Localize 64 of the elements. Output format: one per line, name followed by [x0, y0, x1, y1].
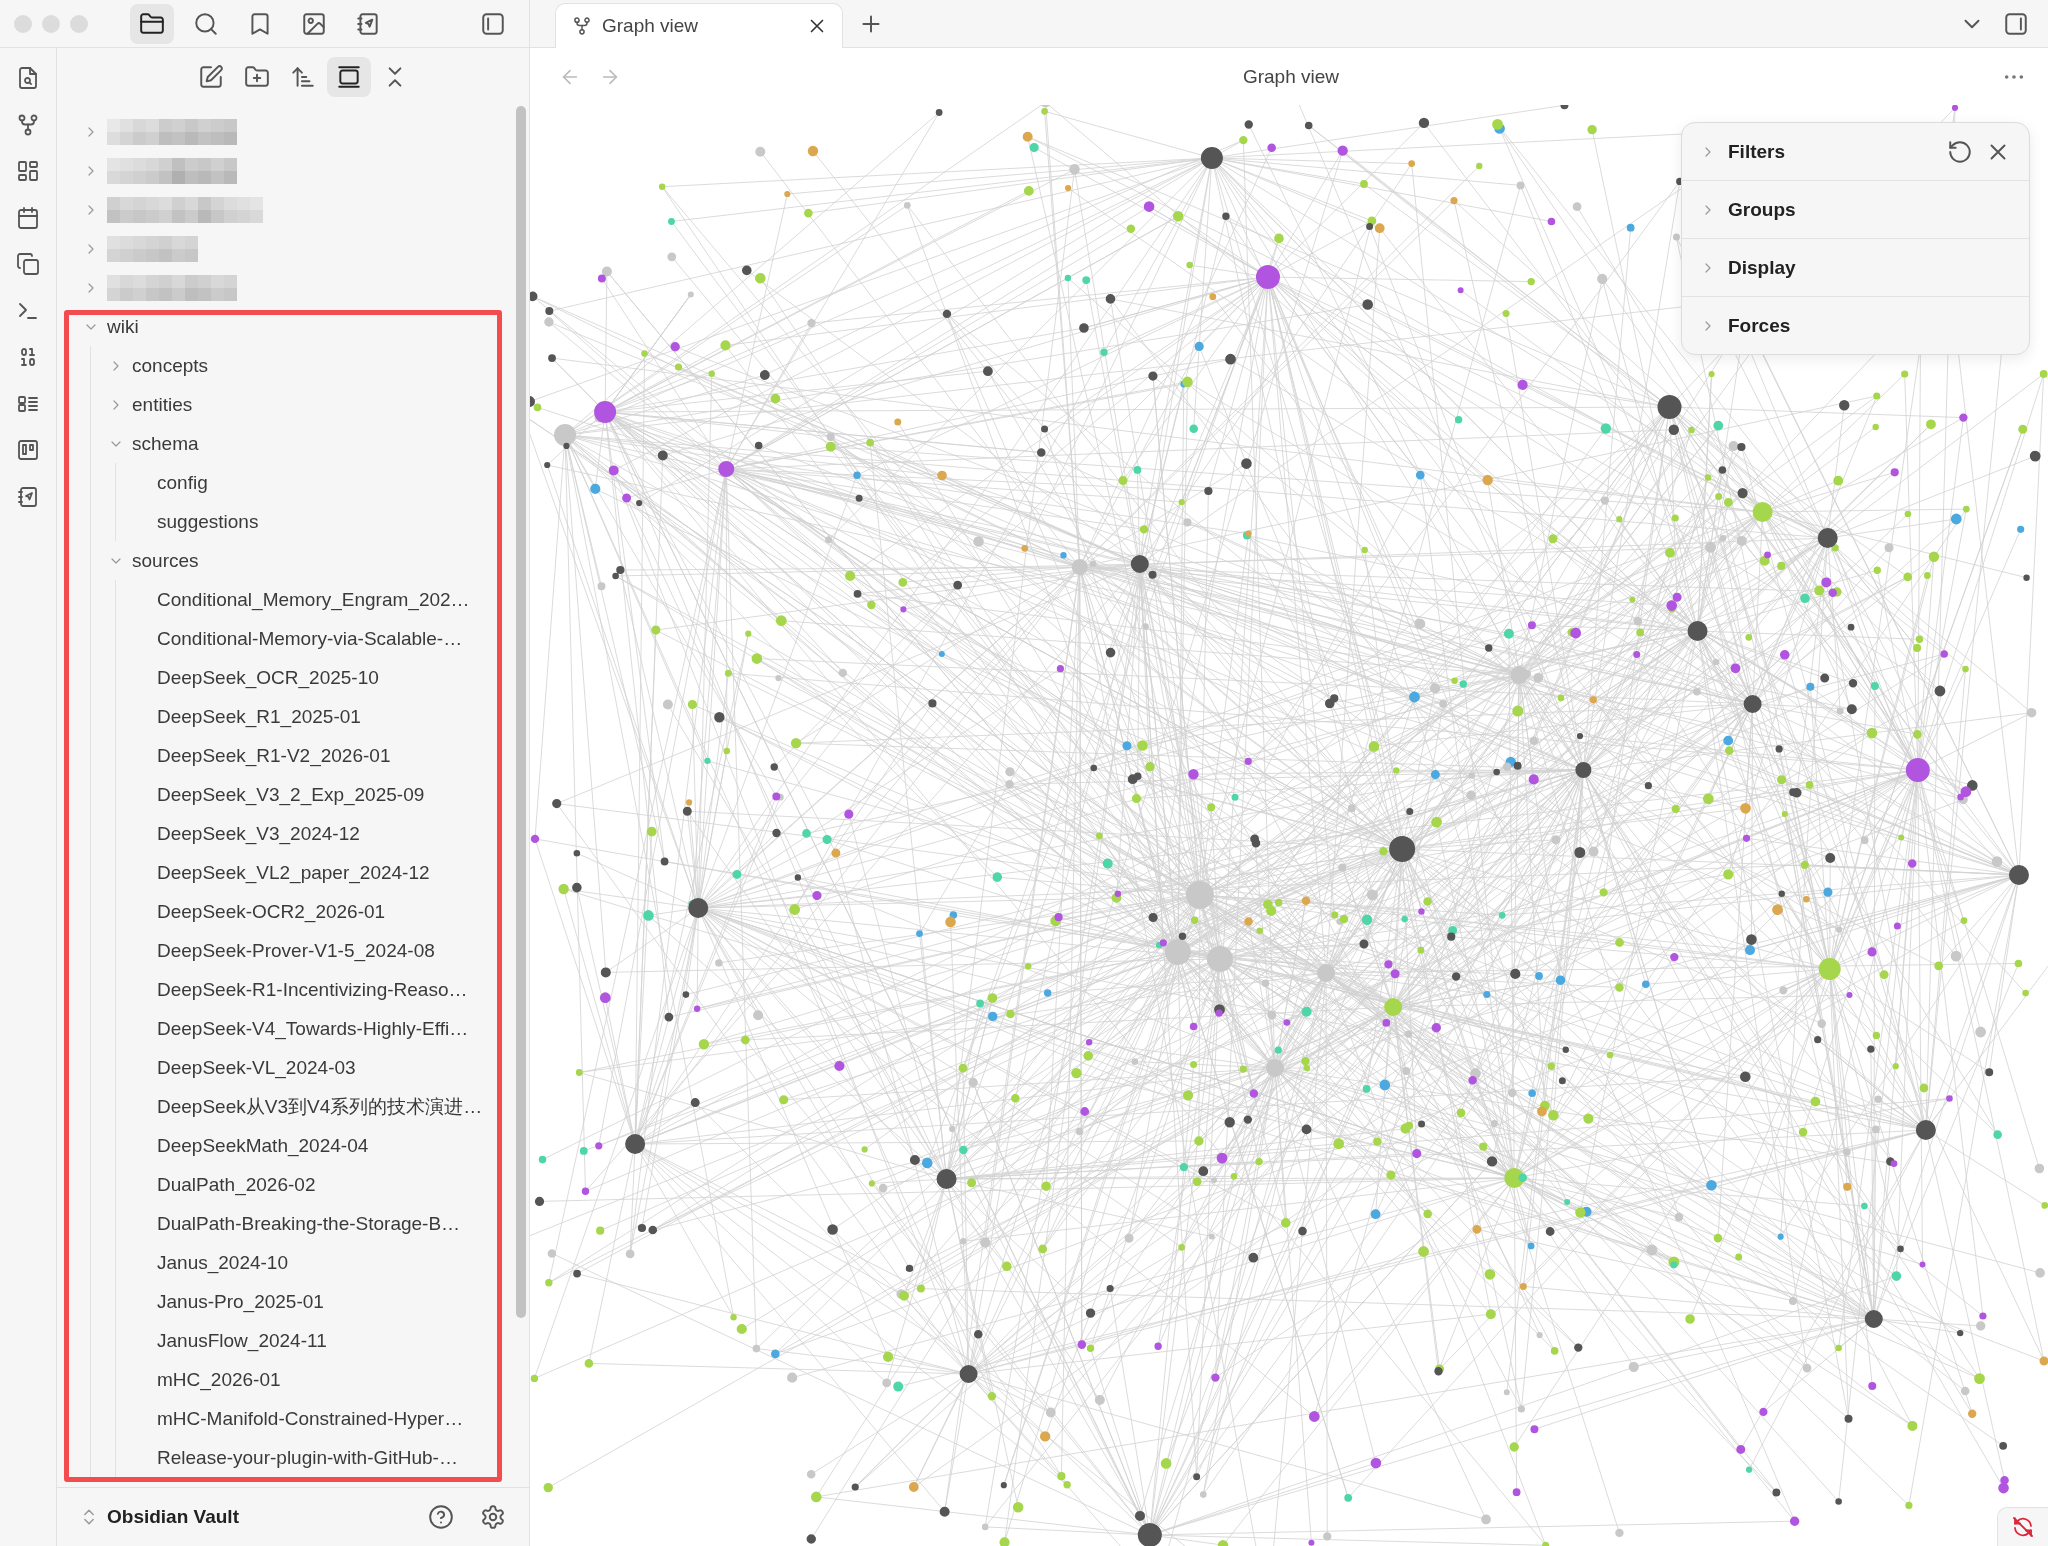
more-icon [2003, 72, 2025, 81]
notebook-icon [355, 10, 381, 37]
sync-status-button[interactable] [1997, 1507, 2048, 1546]
file-item[interactable]: DeepSeek-R1-Incentivizing-Reaso… [57, 970, 529, 1009]
file-item[interactable]: Release-your-plugin-with-GitHub-… [57, 1438, 529, 1477]
vault-name[interactable]: Obsidian Vault [107, 1506, 239, 1528]
reveal-button[interactable] [327, 57, 371, 97]
file-item[interactable]: DeepSeek-V4_Towards-Highly-Effi… [57, 1009, 529, 1048]
scrollbar[interactable] [516, 106, 526, 1318]
kanban-icon [16, 438, 40, 462]
edit-icon [198, 64, 224, 90]
file-item[interactable]: DeepSeek_V3_2_Exp_2025-09 [57, 775, 529, 814]
file-item[interactable]: DeepSeek-VL_2024-03 [57, 1048, 529, 1087]
file-item[interactable]: JanusFlow_2024-11 [57, 1321, 529, 1360]
file-item[interactable]: mHC-Manifold-Constrained-Hyper… [57, 1399, 529, 1438]
file-item[interactable]: DeepSeek_OCR_2025-10 [57, 658, 529, 697]
file-item[interactable]: DeepSeek从V3到V4系列的技术演进… [57, 1087, 529, 1126]
folder-plus-icon [244, 64, 270, 90]
sidebar-icon [480, 10, 506, 37]
folder-item[interactable]: sources [57, 541, 529, 580]
section-header[interactable]: Groups [1700, 198, 1796, 221]
file-item[interactable]: mHC_2026-01 [57, 1360, 529, 1399]
file-search-icon [16, 66, 40, 90]
sync-off-icon [2011, 1515, 2035, 1539]
section-header[interactable]: Filters [1700, 140, 1786, 163]
file-item[interactable]: DualPath_2026-02 [57, 1165, 529, 1204]
graph-icon [16, 112, 40, 137]
file-explorer-tab[interactable] [130, 3, 174, 44]
notebook-icon [16, 484, 40, 509]
image-icon [301, 10, 327, 37]
file-item[interactable]: Conditional_Memory_Engram_202… [57, 580, 529, 619]
folder-item[interactable]: concepts [57, 346, 529, 385]
file-item[interactable]: DualPath-Breaking-the-Storage-B… [57, 1204, 529, 1243]
sidebar-icon [2003, 10, 2029, 37]
file-item[interactable]: DeepSeekMath_2024-04 [57, 1126, 529, 1165]
file-item[interactable]: config [57, 463, 529, 502]
file-item[interactable]: DeepSeek_R1_2025-01 [57, 697, 529, 736]
file-item[interactable]: DeepSeek-Prover-V1-5_2024-08 [57, 931, 529, 970]
file-item[interactable]: DeepSeek_V3_2024-12 [57, 814, 529, 853]
reset-icon [1947, 138, 1973, 165]
calendar-icon [16, 205, 40, 230]
section-header[interactable]: Display [1700, 256, 1796, 279]
tab[interactable]: Graph view [555, 3, 843, 48]
file-item[interactable]: DeepSeek_R1-V2_2026-01 [57, 736, 529, 775]
folder-item[interactable]: schema [57, 424, 529, 463]
file-item[interactable]: Janus_2024-10 [57, 1243, 529, 1282]
folder-item[interactable]: entities [57, 385, 529, 424]
file-item[interactable]: DeepSeek_VL2_paper_2024-12 [57, 853, 529, 892]
file-item[interactable]: Janus-Pro_2025-01 [57, 1282, 529, 1321]
file-item[interactable]: Conditional-Memory-via-Scalable-… [57, 619, 529, 658]
section-header[interactable]: Forces [1700, 314, 1791, 337]
folder-icon [139, 10, 165, 37]
grid-icon [16, 159, 40, 183]
file-item[interactable]: DeepSeek-OCR2_2026-01 [57, 892, 529, 931]
graph-icon [572, 16, 592, 36]
copy-icon [16, 252, 40, 276]
search-icon [193, 10, 219, 37]
panel-icon [336, 64, 362, 90]
settings-icon [480, 1504, 506, 1530]
folder-item[interactable]: wiki [57, 307, 529, 346]
view-title: Graph view [1241, 65, 1341, 88]
help-icon [428, 1504, 454, 1530]
sort-icon [290, 64, 316, 90]
file-item[interactable]: suggestions [57, 502, 529, 541]
